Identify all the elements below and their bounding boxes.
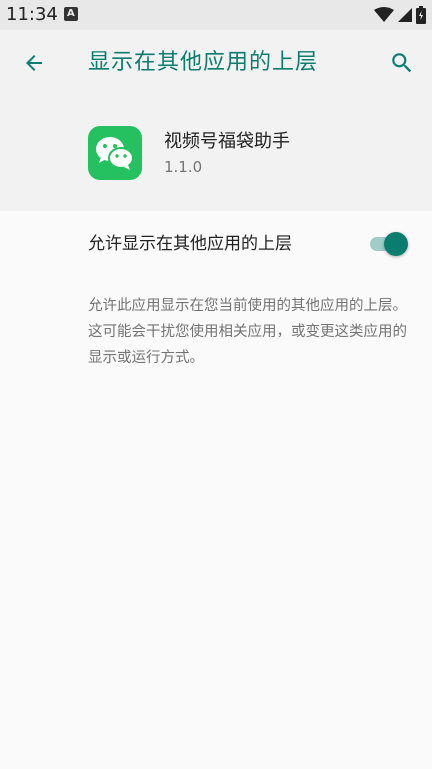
overlay-permission-row[interactable]: 允许显示在其他应用的上层 [0,211,432,277]
status-bar: 11:34 A [0,0,432,30]
battery-icon [416,6,426,24]
overlay-permission-switch[interactable] [368,231,410,257]
wifi-icon [374,7,394,22]
wechat-icon [88,126,142,180]
back-button[interactable] [16,47,52,79]
switch-thumb [384,232,408,256]
status-icons [374,5,426,25]
overlay-permission-label: 允许显示在其他应用的上层 [88,234,292,254]
app-header: 视频号福袋助手 1.1.0 [0,96,432,211]
search-button[interactable] [386,47,418,79]
notification-icon-letter: A [67,8,75,19]
permission-description: 允许此应用显示在您当前使用的其他应用的上层。这可能会干扰您使用相关应用，或变更这… [88,298,407,366]
arrow-back-icon [26,55,42,71]
status-time: 11:34 [6,4,58,25]
app-version: 1.1.0 [164,158,203,176]
search-icon [392,53,412,73]
page-title: 显示在其他应用的上层 [88,50,319,75]
screen: 11:34 A 显示在其他应用的上层 视频号福袋助手 1.1.0 允许显示在其他… [0,0,432,769]
app-name: 视频号福袋助手 [164,131,290,152]
notification-icon: A [64,7,78,21]
settings-content: 允许显示在其他应用的上层 允许此应用显示在您当前使用的其他应用的上层。这可能会干… [0,211,432,769]
app-bar: 显示在其他应用的上层 [0,30,432,96]
signal-icon [398,8,412,22]
